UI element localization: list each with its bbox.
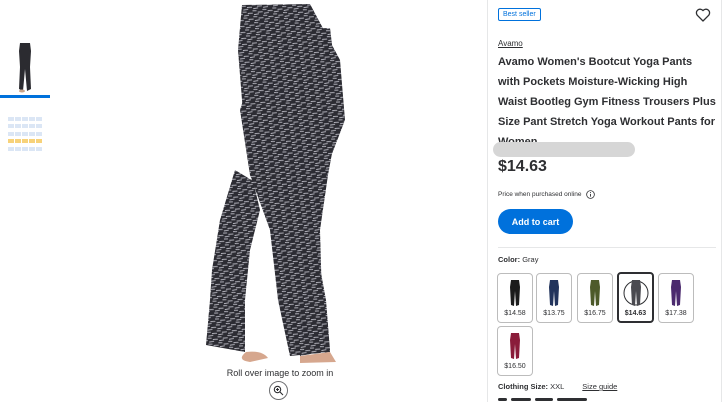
- best-seller-badge: Best seller: [498, 8, 541, 21]
- product-title: Avamo Women's Bootcut Yoga Pants with Po…: [498, 56, 716, 148]
- clothing-size-row: Clothing Size: XXL Size guide: [498, 382, 617, 391]
- color-swatch[interactable]: $14.58: [497, 273, 533, 323]
- price-note-text: Price when purchased online: [498, 191, 582, 198]
- color-swatch[interactable]: $16.75: [577, 273, 613, 323]
- info-icon[interactable]: [586, 190, 596, 199]
- color-swatch[interactable]: $14.63: [617, 272, 654, 323]
- color-label: Color: Gray: [498, 255, 538, 264]
- pants-swatch-icon: [671, 280, 681, 306]
- add-to-cart-button[interactable]: Add to cart: [498, 209, 573, 234]
- truncated-row: [498, 398, 618, 402]
- swatch-price: $16.50: [504, 363, 526, 370]
- pants-swatch-icon: [549, 280, 559, 306]
- brand-link[interactable]: Avamo: [498, 39, 523, 48]
- clothing-size: Clothing Size: XXL: [498, 382, 564, 391]
- clothing-size-value: XXL: [550, 382, 565, 391]
- pants-swatch-icon: [510, 280, 520, 306]
- color-swatch[interactable]: $13.75: [536, 273, 572, 323]
- heart-icon: [695, 8, 711, 22]
- main-product-image[interactable]: [150, 0, 420, 365]
- clothing-size-label: Clothing Size:: [498, 382, 548, 391]
- zoom-hint: Roll over image to zoom in: [226, 368, 334, 378]
- swatch-price: $14.58: [504, 310, 526, 317]
- size-chart-thumbnail-icon: [8, 117, 42, 153]
- product-price: $14.63: [498, 158, 547, 175]
- thumbnail-pants[interactable]: [0, 38, 50, 98]
- swatch-price: $17.38: [665, 310, 687, 317]
- thumbnail-list: [0, 38, 50, 158]
- price-note: Price when purchased online: [498, 190, 596, 199]
- zoom-in-icon: [273, 385, 284, 396]
- swatch-price: $16.75: [584, 310, 606, 317]
- color-label-key: Color:: [498, 255, 521, 264]
- loading-placeholder: [493, 142, 635, 157]
- favorite-button[interactable]: [695, 7, 711, 23]
- size-guide-link[interactable]: Size guide: [582, 382, 617, 391]
- zoom-button[interactable]: [269, 381, 288, 400]
- pants-swatch-icon: [510, 333, 520, 359]
- thumbnail-size-chart[interactable]: [0, 98, 50, 158]
- pants-thumbnail-icon: [19, 42, 31, 92]
- color-label-value: Gray: [522, 255, 539, 264]
- pants-swatch-icon: [590, 280, 600, 306]
- divider: [498, 247, 716, 248]
- product-info-panel: Best seller Avamo Avamo Women's Bootcut …: [487, 0, 722, 402]
- swatch-price: $14.63: [624, 310, 647, 317]
- color-swatch[interactable]: $17.38: [658, 273, 694, 323]
- color-swatch[interactable]: $16.50: [497, 326, 533, 376]
- pants-swatch-icon: [623, 280, 648, 306]
- swatch-price: $13.75: [543, 310, 565, 317]
